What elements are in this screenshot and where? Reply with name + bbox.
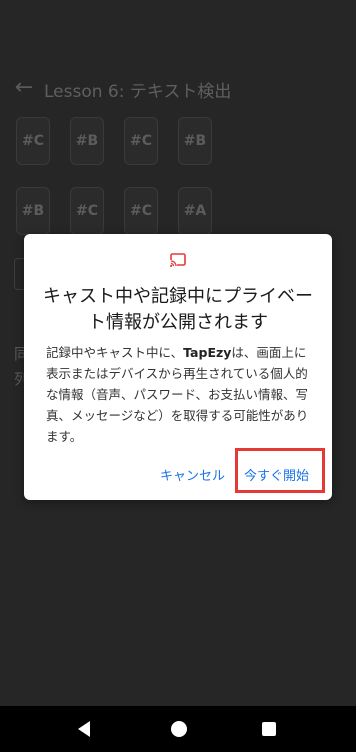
dialog-body-prefix: 記録中やキャスト中に、: [46, 345, 184, 360]
nav-recents-icon[interactable]: [262, 722, 276, 736]
cast-permission-dialog: キャスト中や記録中にプライベート情報が公開されます 記録中やキャスト中に、Tap…: [24, 234, 332, 500]
cast-icon: [170, 253, 186, 267]
highlight-box: [235, 448, 325, 493]
system-nav-bar: [0, 706, 356, 752]
dialog-title: キャスト中や記録中にプライベート情報が公開されます: [43, 286, 313, 333]
cancel-button[interactable]: キャンセル: [160, 465, 225, 484]
nav-home-icon[interactable]: [171, 721, 187, 737]
dialog-app-name: TapEzy: [183, 345, 232, 360]
nav-back-icon[interactable]: [78, 721, 90, 737]
dialog-body: 記録中やキャスト中に、TapEzyは、画面上に表示またはデバイスから再生されてい…: [46, 342, 314, 447]
